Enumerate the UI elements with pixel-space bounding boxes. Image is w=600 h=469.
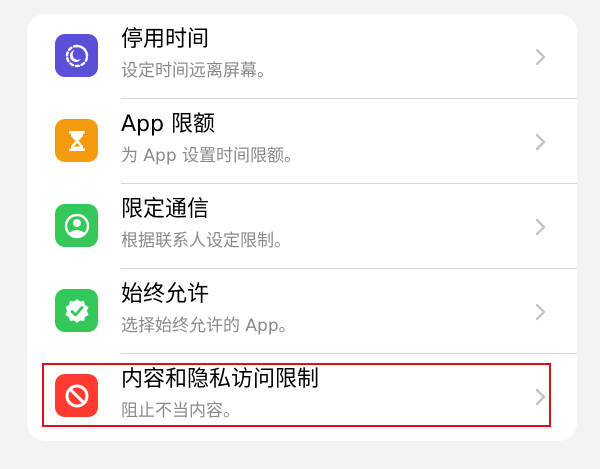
person-circle-icon <box>55 204 98 247</box>
content-privacy-title: 内容和隐私访问限制 <box>121 367 320 392</box>
settings-card: 停用时间 设定时间远离屏幕。 App 限额 为 App 设置时间限额。 限定通信… <box>27 14 577 441</box>
moon-clock-icon <box>55 34 98 77</box>
app-limits-title: App 限额 <box>121 112 215 137</box>
chevron-right-icon <box>535 133 546 151</box>
chevron-right-icon <box>535 218 546 236</box>
chevron-right-icon <box>535 48 546 66</box>
chevron-right-icon <box>535 303 546 321</box>
always-allowed-title: 始终允许 <box>121 282 210 307</box>
communication-limits-subtitle: 根据联系人设定限制。 <box>121 231 291 251</box>
content-privacy-subtitle: 阻止不当内容。 <box>121 401 240 421</box>
downtime-row[interactable]: 停用时间 设定时间远离屏幕。 <box>27 14 577 98</box>
chevron-right-icon <box>535 388 546 406</box>
checkmark-seal-icon <box>55 289 98 332</box>
communication-limits-title: 限定通信 <box>121 197 210 222</box>
communication-limits-row[interactable]: 限定通信 根据联系人设定限制。 <box>27 184 577 268</box>
downtime-title: 停用时间 <box>121 27 210 52</box>
downtime-subtitle: 设定时间远离屏幕。 <box>121 61 274 81</box>
hourglass-icon <box>55 119 98 162</box>
always-allowed-subtitle: 选择始终允许的 App。 <box>121 316 296 336</box>
app-limits-row[interactable]: App 限额 为 App 设置时间限额。 <box>27 99 577 183</box>
app-limits-subtitle: 为 App 设置时间限额。 <box>121 146 302 166</box>
always-allowed-row[interactable]: 始终允许 选择始终允许的 App。 <box>27 269 577 353</box>
no-entry-icon <box>55 374 98 417</box>
content-privacy-row[interactable]: 内容和隐私访问限制 阻止不当内容。 <box>27 354 577 438</box>
